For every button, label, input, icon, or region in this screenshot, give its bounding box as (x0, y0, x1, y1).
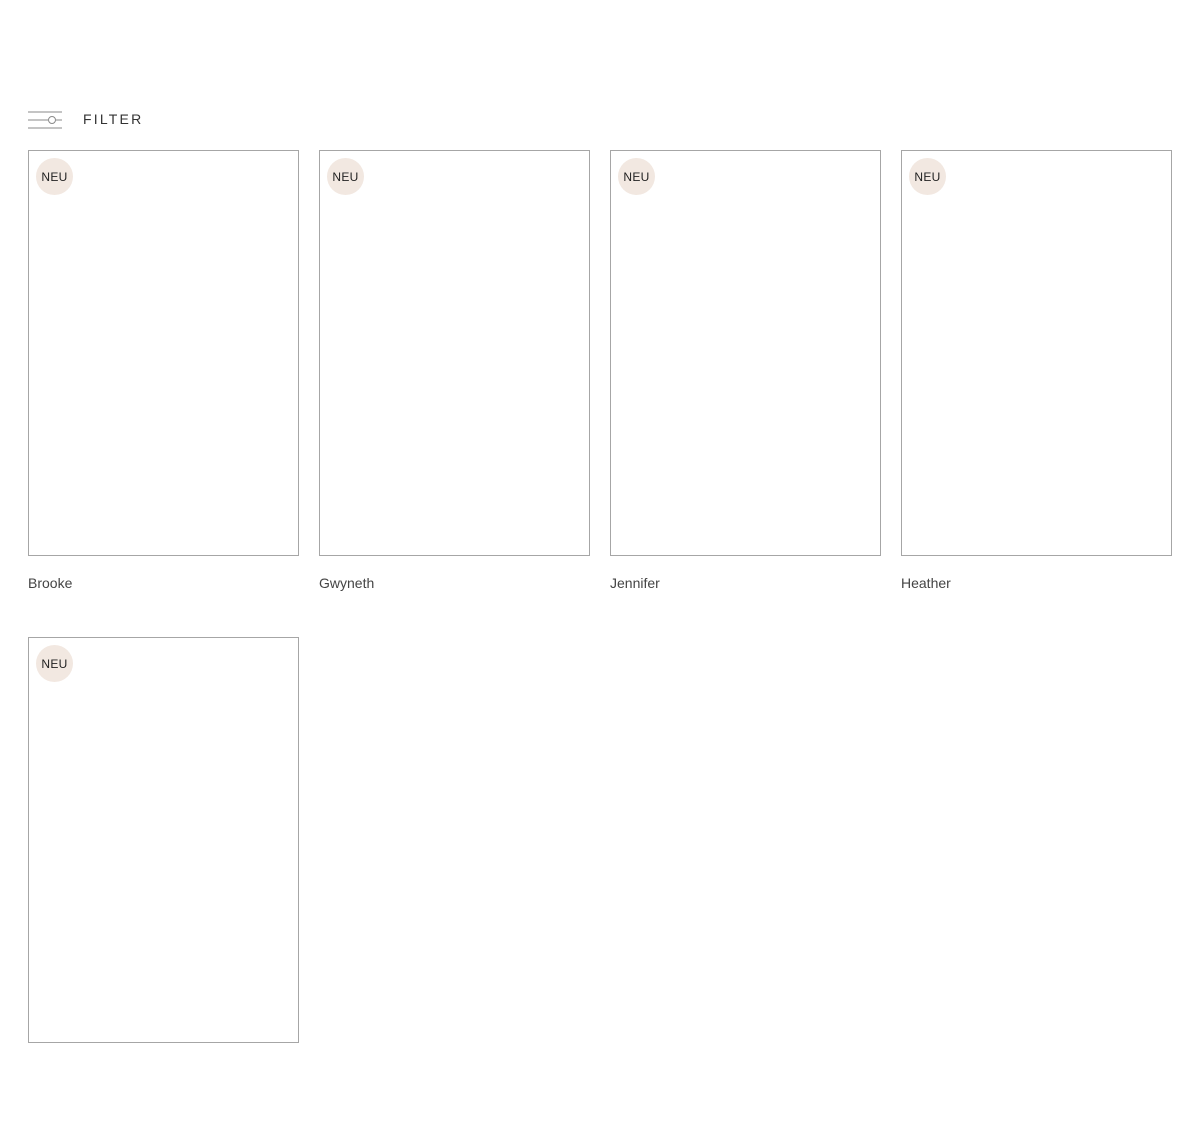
product-image[interactable]: NEU (28, 150, 299, 556)
product-image[interactable]: NEU (319, 150, 590, 556)
product-card-heather[interactable]: NEU Heather (901, 150, 1172, 637)
product-image[interactable]: NEU (901, 150, 1172, 556)
product-card-gwyneth[interactable]: NEU Gwyneth (319, 150, 590, 637)
product-image[interactable]: NEU (610, 150, 881, 556)
product-card-brooke[interactable]: NEU Brooke (28, 150, 299, 637)
new-badge: NEU (36, 645, 73, 682)
filter-button[interactable]: FILTER (28, 105, 143, 133)
new-badge: NEU (36, 158, 73, 195)
new-badge: NEU (618, 158, 655, 195)
new-badge: NEU (909, 158, 946, 195)
product-card-5[interactable]: NEU (28, 637, 299, 1124)
product-name[interactable]: Heather (901, 575, 1172, 591)
filter-label: FILTER (83, 111, 144, 127)
product-name[interactable]: Gwyneth (319, 575, 590, 591)
product-card-jennifer[interactable]: NEU Jennifer (610, 150, 881, 637)
sliders-icon (28, 111, 62, 129)
product-grid: NEU Brooke NEU Gwyneth NEU Jennifer NEU … (28, 150, 1172, 1124)
product-image[interactable]: NEU (28, 637, 299, 1043)
product-name[interactable]: Brooke (28, 575, 299, 591)
product-name[interactable]: Jennifer (610, 575, 881, 591)
new-badge: NEU (327, 158, 364, 195)
